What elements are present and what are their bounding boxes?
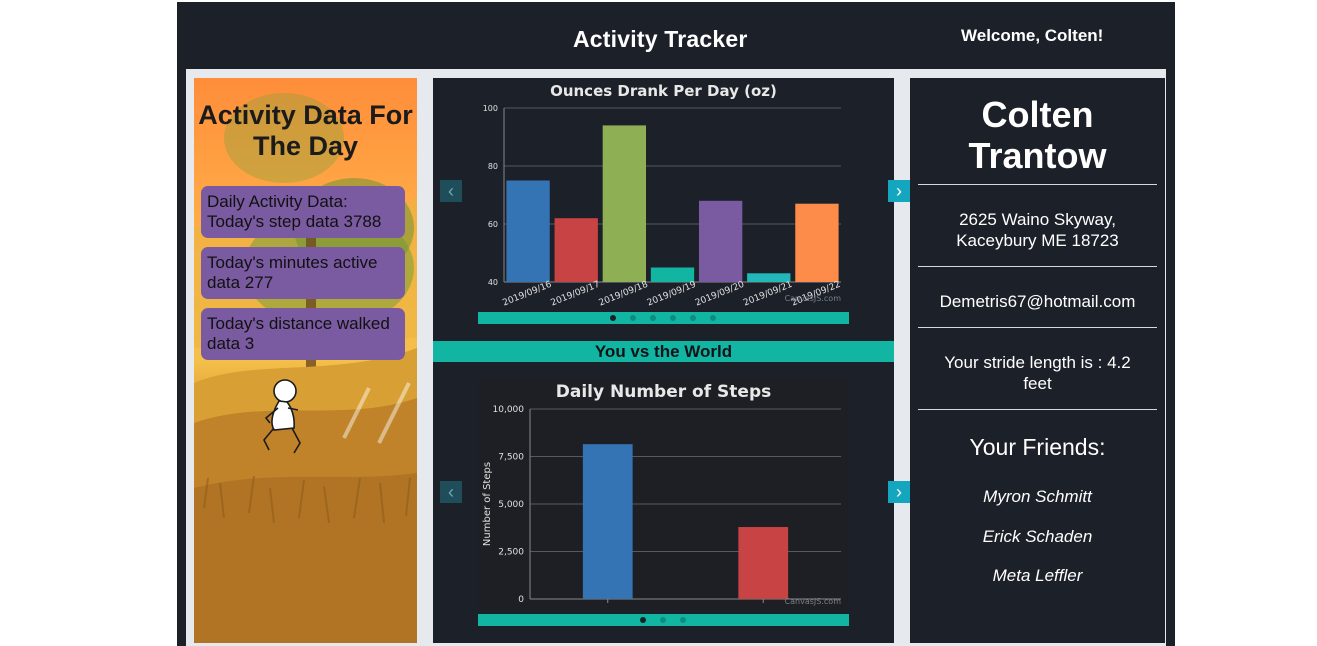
y-tick-label: 7,500 <box>498 453 524 463</box>
carousel-dot[interactable] <box>680 617 686 623</box>
address-line-2: Kaceybury ME 18723 <box>956 231 1119 250</box>
steps-chart-plot: 0 2,500 5,000 7,500 10,000 Number of Steps Can… <box>482 405 842 606</box>
y-tick-label: 10,000 <box>493 405 525 415</box>
minutes-active-label: Today's minutes active <box>207 253 378 272</box>
minutes-active-card: Today's minutes active data 277 <box>201 247 405 299</box>
divider <box>918 184 1157 185</box>
ounces-chart-next-button[interactable]: › <box>888 180 910 202</box>
address-line-1: 2625 Waino Skyway, <box>959 210 1116 229</box>
user-first-name: Colten <box>981 94 1094 135</box>
bar <box>650 267 695 282</box>
y-axis-label: Number of Steps <box>482 462 493 546</box>
friend-item: Meta Leffler <box>992 566 1083 585</box>
ounces-chart-prev-button[interactable]: ‹ <box>440 180 462 202</box>
bar <box>554 218 598 282</box>
x-tick-label: 2019/09/18 <box>598 280 650 309</box>
carousel-dot[interactable] <box>670 315 676 321</box>
x-tick-label: 2019/09/16 <box>501 280 553 309</box>
minutes-active-value: data 277 <box>207 273 274 292</box>
carousel-dot[interactable] <box>660 617 666 623</box>
carousel-dot[interactable] <box>710 315 716 321</box>
bar <box>738 527 789 599</box>
steps-chart: Daily Number of Steps 0 2,500 5,000 7,500 10… <box>478 378 849 610</box>
chevron-right-icon: › <box>896 180 902 201</box>
profile-panel: Colten Trantow 2625 Waino Skyway, Kaceyb… <box>910 78 1165 643</box>
step-data-card: Daily Activity Data: Today's step data 3… <box>201 186 405 238</box>
bar <box>747 273 791 282</box>
ounces-chart: Ounces Drank Per Day (oz) 40 60 80 100 2019/… <box>478 78 849 310</box>
y-tick-label: 80 <box>488 162 498 171</box>
welcome-message: Welcome, Colten! <box>961 26 1104 45</box>
x-tick-label: 2019/09/17 <box>550 280 602 309</box>
y-tick-label: 100 <box>483 104 498 113</box>
friend-item: Erick Schaden <box>982 527 1093 546</box>
user-last-name: Trantow <box>968 135 1107 176</box>
bar <box>506 180 550 282</box>
stride-length-line-2: feet <box>1023 374 1052 393</box>
steps-chart-next-button[interactable]: › <box>888 481 910 503</box>
user-email: Demetris67@hotmail.com <box>939 292 1136 311</box>
bar <box>602 125 647 283</box>
divider <box>918 266 1157 267</box>
y-tick-label: 5,000 <box>498 500 524 510</box>
distance-walked-value: data 3 <box>207 334 255 353</box>
carousel-dot[interactable] <box>640 617 646 623</box>
ounces-chart-carousel-dots <box>478 312 849 324</box>
steps-chart-prev-button[interactable]: ‹ <box>440 481 462 503</box>
charts-panel: Ounces Drank Per Day (oz) 40 60 80 100 2019/… <box>433 78 910 643</box>
distance-walked-label: Today's distance walked <box>207 314 390 333</box>
app-title: Activity Tracker <box>573 26 748 52</box>
divider <box>918 327 1157 328</box>
chevron-left-icon: ‹ <box>448 180 454 201</box>
stride-length-line-1: Your stride length is : 4.2 <box>944 353 1131 372</box>
x-tick-label: 2019/09/19 <box>646 280 698 309</box>
chevron-left-icon: ‹ <box>448 481 454 502</box>
y-tick-label: 40 <box>488 278 498 287</box>
step-data-heading: Daily Activity Data: <box>207 192 348 211</box>
stride-length: Your stride length is : 4.2 feet <box>920 352 1155 394</box>
step-data-value: Today's step data 3788 <box>207 212 382 231</box>
bar <box>795 203 839 282</box>
activity-background-illustration <box>194 93 417 643</box>
chevron-right-icon: › <box>896 481 902 502</box>
user-name: Colten Trantow <box>910 94 1165 176</box>
steps-chart-carousel-dots <box>478 614 849 626</box>
carousel-dot[interactable] <box>690 315 696 321</box>
user-address: 2625 Waino Skyway, Kaceybury ME 18723 <box>920 209 1155 251</box>
activity-panel: Activity Data For The Day Daily Activity… <box>194 78 417 643</box>
friend-item: Myron Schmitt <box>983 487 1092 506</box>
y-tick-label: 2,500 <box>498 548 524 558</box>
y-tick-label: 0 <box>518 595 524 605</box>
carousel-dot[interactable] <box>630 315 636 321</box>
bar <box>582 444 633 599</box>
ounces-chart-plot: 4060801002019/09/162019/09/172019/09/182… <box>483 104 842 309</box>
you-vs-world-banner: You vs the World <box>433 341 894 362</box>
y-tick-label: 60 <box>488 220 498 229</box>
x-tick-label: 2019/09/20 <box>694 280 746 309</box>
distance-walked-card: Today's distance walked data 3 <box>201 308 405 360</box>
friends-heading: Your Friends: <box>969 434 1106 460</box>
carousel-dot[interactable] <box>610 315 616 321</box>
carousel-dot[interactable] <box>650 315 656 321</box>
chart-watermark: CanvasJS.com <box>785 294 842 303</box>
bar <box>698 200 743 282</box>
activity-title: Activity Data For The Day <box>198 100 413 161</box>
chart-watermark: CanvasJS.com <box>785 597 842 606</box>
divider <box>918 409 1157 410</box>
